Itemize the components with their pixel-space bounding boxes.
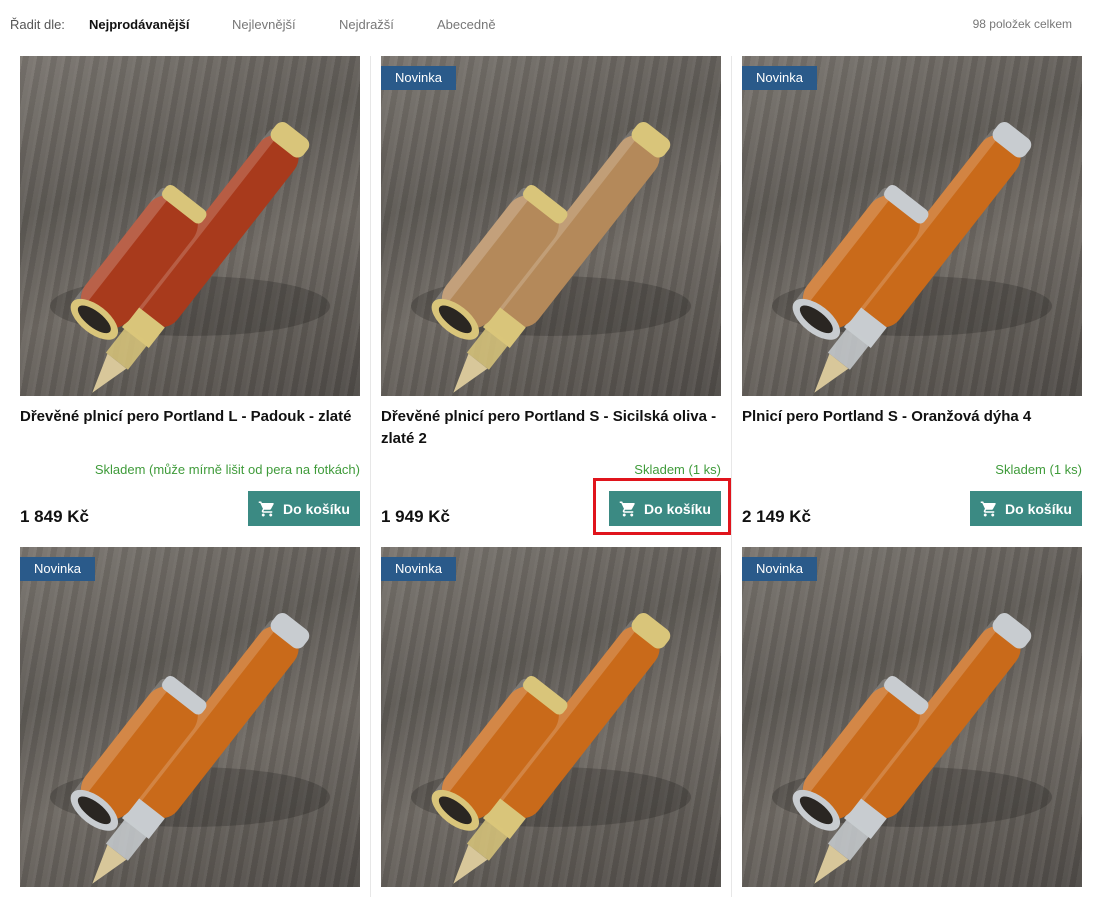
product-image[interactable]: [20, 56, 360, 396]
sort-bar: Řadit dle: Nejprodávanější Nejlevnější N…: [0, 0, 1098, 50]
sort-option-bestselling[interactable]: Nejprodávanější: [89, 17, 189, 32]
pen-illustration: [50, 122, 330, 393]
highlight-box: [593, 478, 731, 535]
stock-status: Skladem (1 ks): [995, 462, 1082, 477]
product-image[interactable]: Novinka: [20, 547, 360, 887]
sort-option-most-expensive[interactable]: Nejdražší: [339, 17, 394, 32]
pen-illustration: [50, 613, 330, 884]
column-divider: [370, 56, 371, 897]
stock-status: Skladem (1 ks): [634, 462, 721, 477]
new-badge: Novinka: [381, 557, 456, 581]
new-badge: Novinka: [20, 557, 95, 581]
pen-illustration: [411, 122, 691, 393]
add-to-cart-button[interactable]: Do košíku: [248, 491, 360, 526]
product-price: 1 949 Kč: [381, 507, 450, 526]
add-to-cart-label: Do košíku: [1005, 500, 1072, 517]
pen-illustration: [411, 613, 691, 884]
new-badge: Novinka: [742, 66, 817, 90]
product-title[interactable]: Plnicí pero Portland S - Oranžová dýha 4: [742, 406, 1087, 428]
add-to-cart-button[interactable]: Do košíku: [970, 491, 1082, 526]
product-title[interactable]: Dřevěné plnicí pero Portland L - Padouk …: [20, 406, 365, 428]
sort-label: Řadit dle:: [10, 17, 65, 32]
product-image[interactable]: Novinka: [381, 547, 721, 887]
shopping-cart-icon: [980, 501, 996, 516]
product-image[interactable]: Novinka: [742, 56, 1082, 396]
pen-illustration: [772, 613, 1052, 884]
sort-option-cheapest[interactable]: Nejlevnější: [232, 17, 296, 32]
new-badge: Novinka: [381, 66, 456, 90]
shopping-cart-icon: [258, 501, 274, 516]
product-image[interactable]: Novinka: [742, 547, 1082, 887]
product-image[interactable]: Novinka: [381, 56, 721, 396]
product-price: 2 149 Kč: [742, 507, 811, 526]
pen-illustration: [772, 122, 1052, 393]
total-count: 98 položek celkem: [972, 17, 1072, 31]
column-divider: [731, 56, 732, 897]
stock-status: Skladem (může mírně lišit od pera na fot…: [94, 462, 360, 477]
product-title[interactable]: Dřevěné plnicí pero Portland S - Sicilsk…: [381, 406, 726, 450]
new-badge: Novinka: [742, 557, 817, 581]
add-to-cart-label: Do košíku: [283, 500, 350, 517]
sort-option-alphabetical[interactable]: Abecedně: [437, 17, 496, 32]
product-price: 1 849 Kč: [20, 507, 89, 526]
